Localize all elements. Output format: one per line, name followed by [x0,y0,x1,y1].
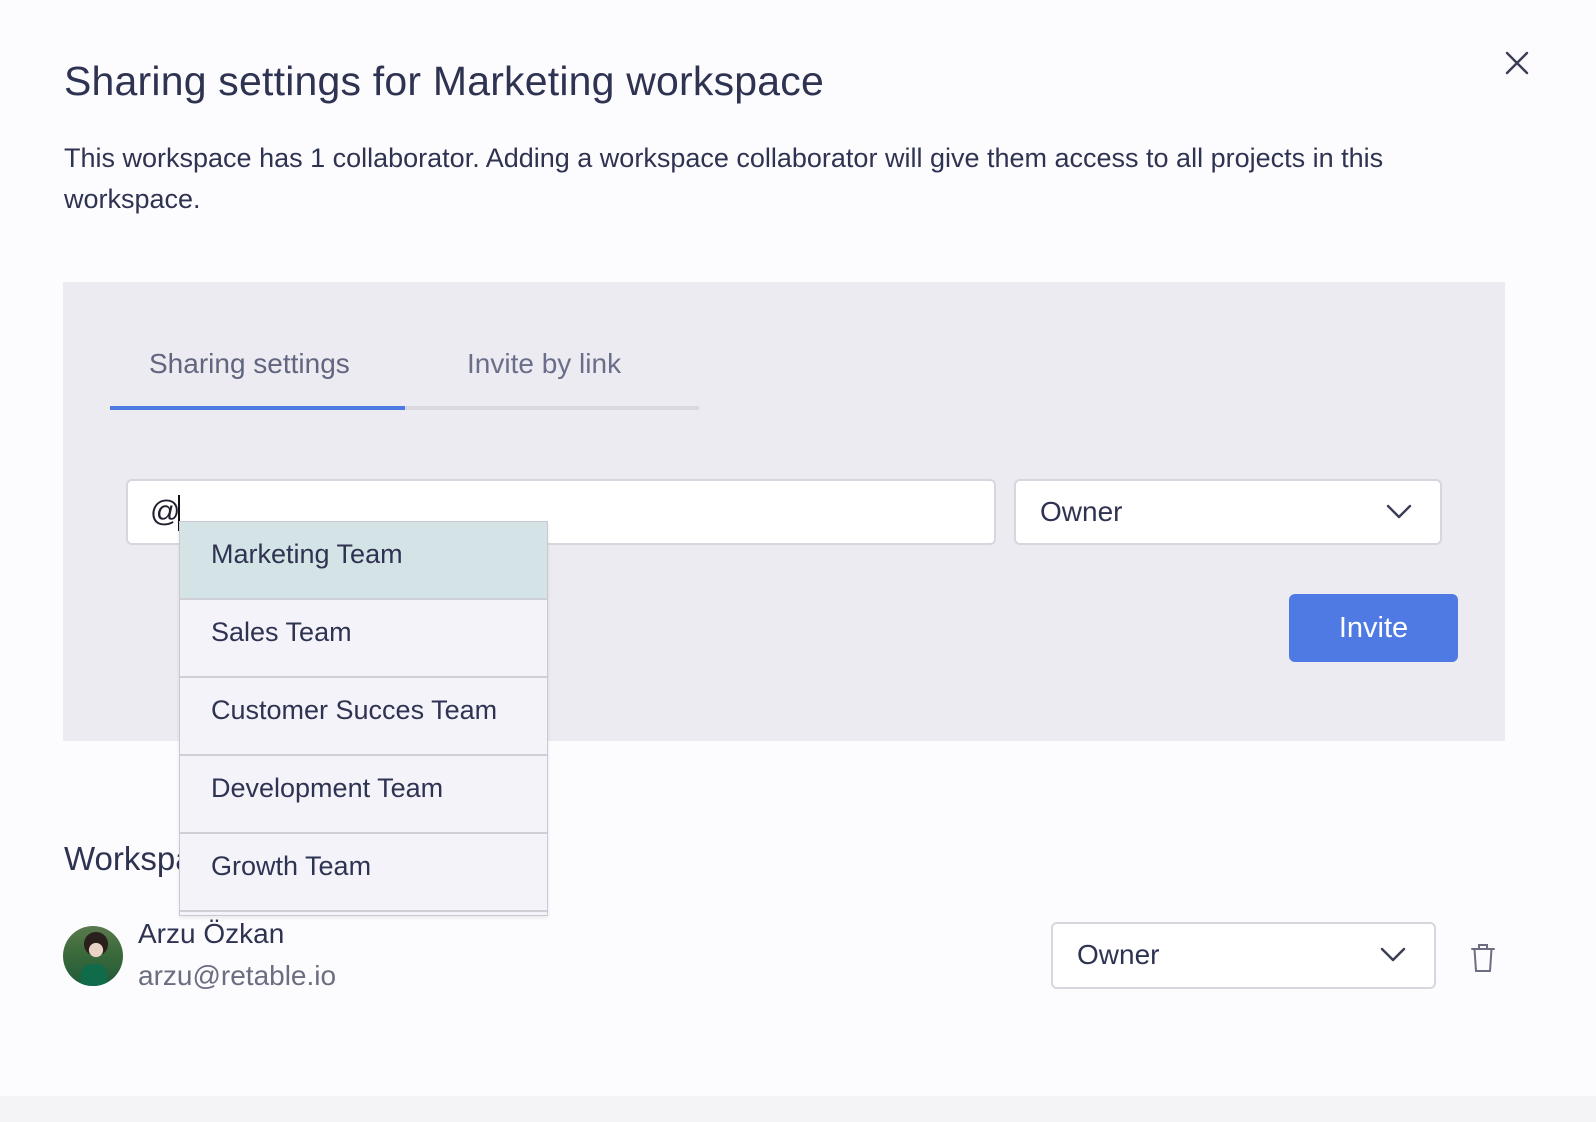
dialog-description: This workspace has 1 collaborator. Addin… [64,143,1384,214]
collaborator-role-select[interactable]: Owner [1051,922,1436,989]
close-icon[interactable] [1502,48,1532,78]
chevron-down-icon [1380,946,1406,964]
tab-sharing-settings[interactable]: Sharing settings [149,348,350,380]
active-tab-indicator [110,406,405,410]
collaborator-name: Arzu Özkan [138,918,285,949]
collaborator-email: arzu@retable.io [138,960,337,991]
sharing-dialog: Sharing settings for Marketing workspace… [0,0,1596,1122]
invite-role-value: Owner [1040,496,1123,527]
mention-dropdown: Marketing Team Sales Team Customer Succe… [179,521,548,916]
avatar [63,926,123,986]
footer-edge [0,1096,1596,1122]
dropdown-item-development-team[interactable]: Development Team [180,756,547,834]
tab-bar: Sharing settings Invite by link [110,330,699,410]
invite-button[interactable]: Invite [1289,594,1458,662]
dropdown-item-sales-team[interactable]: Sales Team [180,600,547,678]
trash-icon[interactable] [1468,942,1498,974]
dropdown-item-customer-success-team[interactable]: Customer Succes Team [180,678,547,756]
dropdown-item-marketing-team[interactable]: Marketing Team [180,522,547,600]
tab-invite-by-link[interactable]: Invite by link [467,348,621,380]
chevron-down-icon [1386,503,1412,521]
dropdown-item-growth-team[interactable]: Growth Team [180,834,547,912]
invite-input-value: @ [150,495,181,528]
dialog-title: Sharing settings for Marketing workspace [64,58,825,104]
collaborator-role-value: Owner [1077,939,1160,970]
invite-role-select[interactable]: Owner [1014,479,1442,545]
